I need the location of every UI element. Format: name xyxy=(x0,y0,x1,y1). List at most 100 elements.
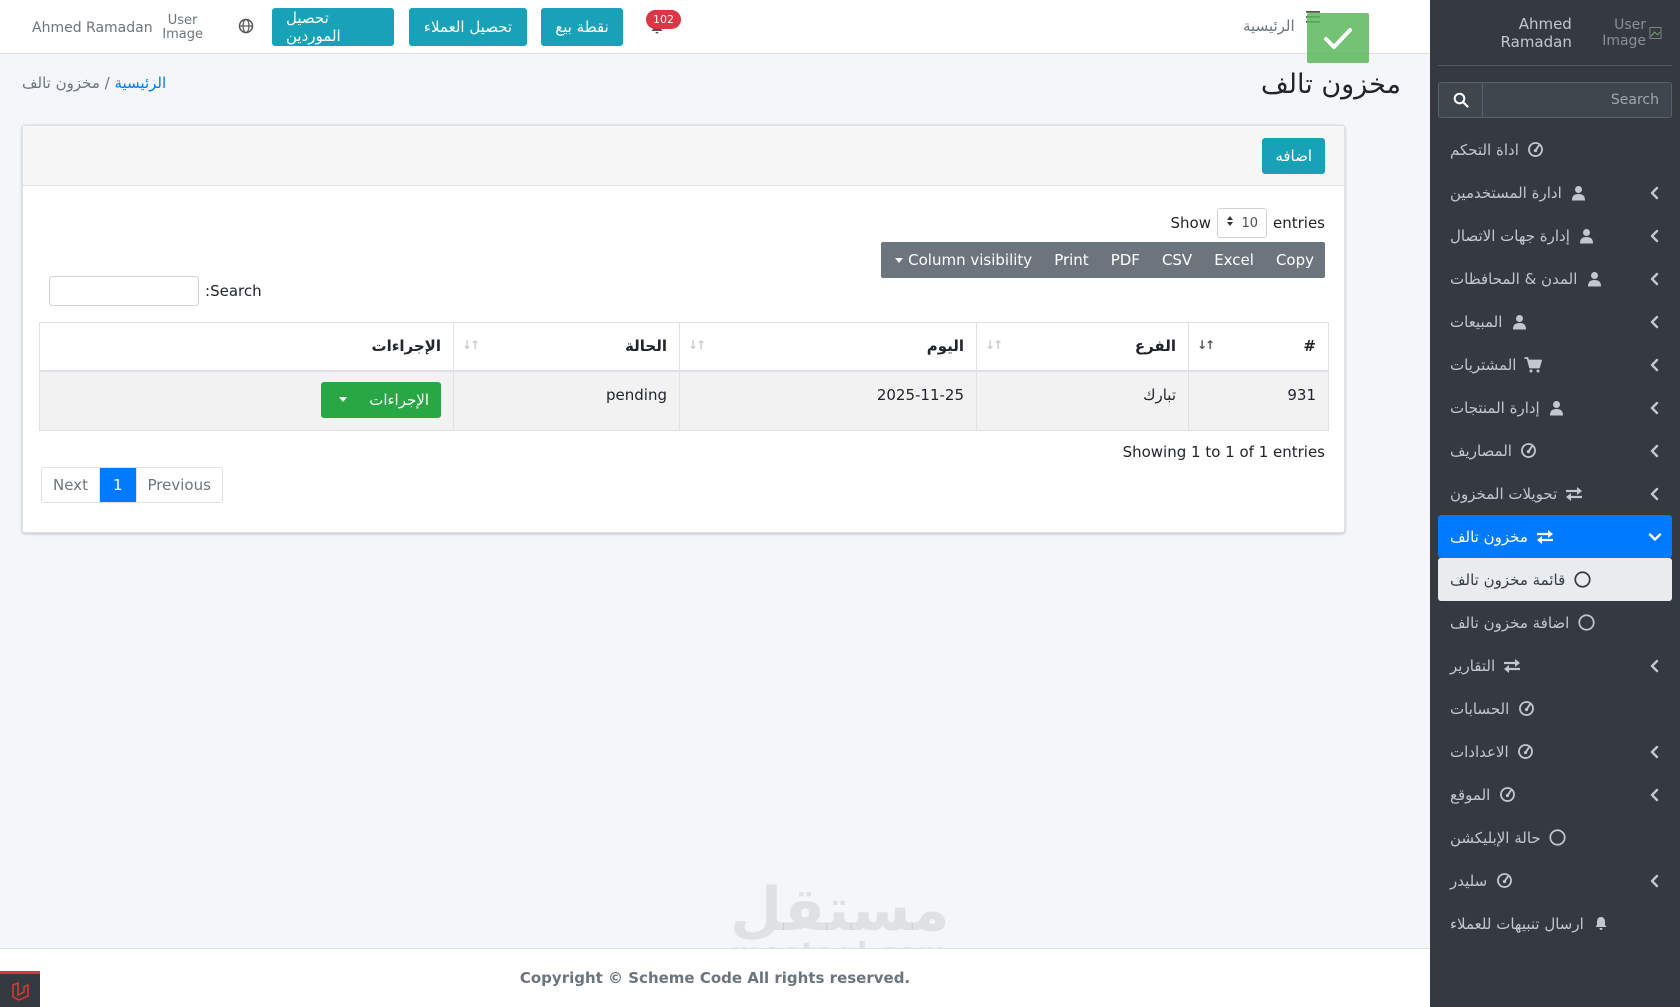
breadcrumb-separator: / xyxy=(99,74,115,92)
sidebar-item-label-wrap: المشتريات xyxy=(1450,355,1543,374)
sidebar-item-label: مخزون تالف xyxy=(1450,527,1528,546)
sidebar-item-label-wrap: قائمة مخزون تالف xyxy=(1450,571,1591,589)
pagination-previous[interactable]: Previous xyxy=(135,468,222,502)
chevron-left-icon xyxy=(1648,358,1662,372)
sidebar-item-17[interactable]: سليدر xyxy=(1438,859,1672,902)
exchange-icon xyxy=(1565,485,1583,503)
sidebar-item-label-wrap: الاعدادات xyxy=(1450,743,1535,761)
copy-button[interactable]: Copy xyxy=(1265,242,1325,278)
row-actions-dropdown[interactable]: الإجراءات xyxy=(321,381,441,418)
damaged-stock-card: اضافه Show 10 entries Copy Excel CSV PDF… xyxy=(22,125,1345,533)
sidebar-item-7[interactable]: المصاريف xyxy=(1438,429,1672,472)
breadcrumb-current: مخزون تالف xyxy=(22,74,100,92)
export-buttons: Copy Excel CSV PDF Print Column visibili… xyxy=(881,242,1325,278)
sidebar-item-13[interactable]: الحسابات xyxy=(1438,687,1672,730)
supplier-collection-button[interactable]: تحصيل الموردين xyxy=(272,8,394,46)
sidebar-item-15[interactable]: الموقع xyxy=(1438,773,1672,816)
main-sidebar: User Image Ahmed Ramadan Search اداة الت… xyxy=(1430,0,1680,1007)
sidebar-item-label: إدارة جهات الاتصال xyxy=(1450,226,1570,245)
page-title: مخزون تالف xyxy=(1260,69,1401,100)
cell-branch: تبارك xyxy=(976,370,1189,431)
entries-select-value: 10 xyxy=(1241,215,1258,231)
print-button[interactable]: Print xyxy=(1043,242,1100,278)
user-icon xyxy=(1570,184,1588,202)
cell-day: 2025-11-25 xyxy=(679,370,977,431)
sidebar-user-name: Ahmed Ramadan xyxy=(1500,14,1572,51)
chevron-left-icon xyxy=(1648,186,1662,200)
column-header-branch[interactable]: الفرع ↑↓ xyxy=(976,322,1189,372)
caret-down-icon xyxy=(895,257,904,263)
csv-button[interactable]: CSV xyxy=(1151,242,1203,278)
footer-copyright: Copyright © Scheme Code All rights reser… xyxy=(519,969,911,987)
sidebar-item-18[interactable]: ارسال تنبيهات للعملاء xyxy=(1438,902,1672,945)
entries-label: entries xyxy=(1273,214,1325,232)
sidebar-item-5[interactable]: المشتريات xyxy=(1438,343,1672,386)
sidebar-item-label: المدن & المحافظات xyxy=(1450,269,1578,288)
sidebar-item-12[interactable]: التقارير xyxy=(1438,644,1672,687)
sidebar-item-label-wrap: حالة الإبليكشن xyxy=(1450,829,1567,847)
chevron-left-icon xyxy=(1648,874,1662,888)
sidebar-item-6[interactable]: إدارة المنتجات xyxy=(1438,386,1672,429)
navbar-home-link[interactable]: الرئيسية xyxy=(1243,17,1295,35)
sidebar-item-label-wrap: التقارير xyxy=(1450,657,1521,675)
sidebar-item-label-wrap: مخزون تالف xyxy=(1450,528,1554,546)
pagination-next[interactable]: Next xyxy=(42,468,99,502)
sidebar-item-label-wrap: المدن & المحافظات xyxy=(1450,270,1603,288)
sidebar-item-11[interactable]: اضافة مخزون تالف xyxy=(1438,601,1672,644)
sidebar-item-label: ادارة المستخدمين xyxy=(1450,183,1562,202)
navbar-user-menu[interactable]: Ahmed Ramadan User Image xyxy=(32,13,205,43)
column-header-status[interactable]: الحالة ↑↓ xyxy=(453,322,680,372)
sidebar-item-label: إدارة المنتجات xyxy=(1450,398,1540,417)
sidebar-item-10[interactable]: قائمة مخزون تالف xyxy=(1438,558,1672,601)
sidebar-user-panel[interactable]: User Image Ahmed Ramadan xyxy=(1438,0,1672,66)
sidebar-item-2[interactable]: إدارة جهات الاتصال xyxy=(1438,214,1672,257)
sidebar-item-8[interactable]: تحويلات المخزون xyxy=(1438,472,1672,515)
row-actions-label: الإجراءات xyxy=(369,390,429,409)
pdf-button[interactable]: PDF xyxy=(1100,242,1151,278)
sidebar-item-16[interactable]: حالة الإبليكشن xyxy=(1438,816,1672,859)
sidebar-item-label: الحسابات xyxy=(1450,699,1510,718)
column-header-id[interactable]: # ↑↓ xyxy=(1188,322,1329,372)
sidebar-search-input[interactable]: Search xyxy=(1483,83,1671,117)
sidebar-item-label: قائمة مخزون تالف xyxy=(1450,570,1566,589)
add-button[interactable]: اضافه xyxy=(1262,138,1325,174)
notifications-bell[interactable]: 102 xyxy=(646,10,686,42)
sidebar-search-button[interactable] xyxy=(1439,83,1483,117)
sidebar-item-4[interactable]: المبيعات xyxy=(1438,300,1672,343)
language-globe-icon[interactable] xyxy=(238,18,254,38)
sidebar-item-label: الموقع xyxy=(1450,785,1491,804)
circle-icon xyxy=(1549,829,1567,847)
excel-button[interactable]: Excel xyxy=(1203,242,1265,278)
pos-button[interactable]: نقطة بيع xyxy=(541,8,623,46)
sidebar-item-label: المشتريات xyxy=(1450,355,1517,374)
sidebar-item-1[interactable]: ادارة المستخدمين xyxy=(1438,171,1672,214)
navbar-user-name: Ahmed Ramadan xyxy=(32,20,153,37)
column-header-actions: الإجراءات xyxy=(39,322,454,372)
breadcrumb-home-link[interactable]: الرئيسية xyxy=(114,74,166,92)
sidebar-item-label-wrap: إدارة جهات الاتصال xyxy=(1450,227,1596,245)
customer-collection-button[interactable]: تحصيل العملاء xyxy=(409,8,527,46)
column-visibility-button[interactable]: Column visibility xyxy=(881,242,1043,278)
broken-image-icon xyxy=(1649,26,1662,39)
column-header-day[interactable]: اليوم ↑↓ xyxy=(679,322,977,372)
entries-select[interactable]: 10 xyxy=(1217,208,1267,238)
sidebar-item-label: حالة الإبليكشن xyxy=(1450,828,1541,847)
table-header-row: # ↑↓ الفرع ↑↓ اليوم ↑↓ الحالة ↑↓ الإجراءات xyxy=(39,322,1329,372)
pagination-page-1[interactable]: 1 xyxy=(98,468,136,502)
check-icon xyxy=(1324,28,1352,49)
table-search-input[interactable] xyxy=(49,276,199,306)
breadcrumb: الرئيسية / مخزون تالف xyxy=(22,74,166,92)
sidebar-item-label-wrap: الموقع xyxy=(1450,786,1516,804)
sidebar-item-3[interactable]: المدن & المحافظات xyxy=(1438,257,1672,300)
sidebar-item-9[interactable]: مخزون تالف xyxy=(1438,515,1672,558)
cart-icon xyxy=(1524,356,1543,374)
sort-asc-icon: ↑↓ xyxy=(1197,338,1215,352)
sidebar-item-label: التقارير xyxy=(1450,656,1496,675)
caret-down-icon xyxy=(339,397,348,402)
entries-length-control: Show 10 entries xyxy=(1171,208,1325,238)
damaged-stock-table: # ↑↓ الفرع ↑↓ اليوم ↑↓ الحالة ↑↓ الإجراءات 9… xyxy=(39,322,1329,431)
sidebar-item-14[interactable]: الاعدادات xyxy=(1438,730,1672,773)
laravel-debugbar-icon[interactable] xyxy=(0,971,40,1007)
sidebar-item-label-wrap: المبيعات xyxy=(1450,313,1528,331)
sidebar-item-0[interactable]: اداة التحكم xyxy=(1438,128,1672,171)
